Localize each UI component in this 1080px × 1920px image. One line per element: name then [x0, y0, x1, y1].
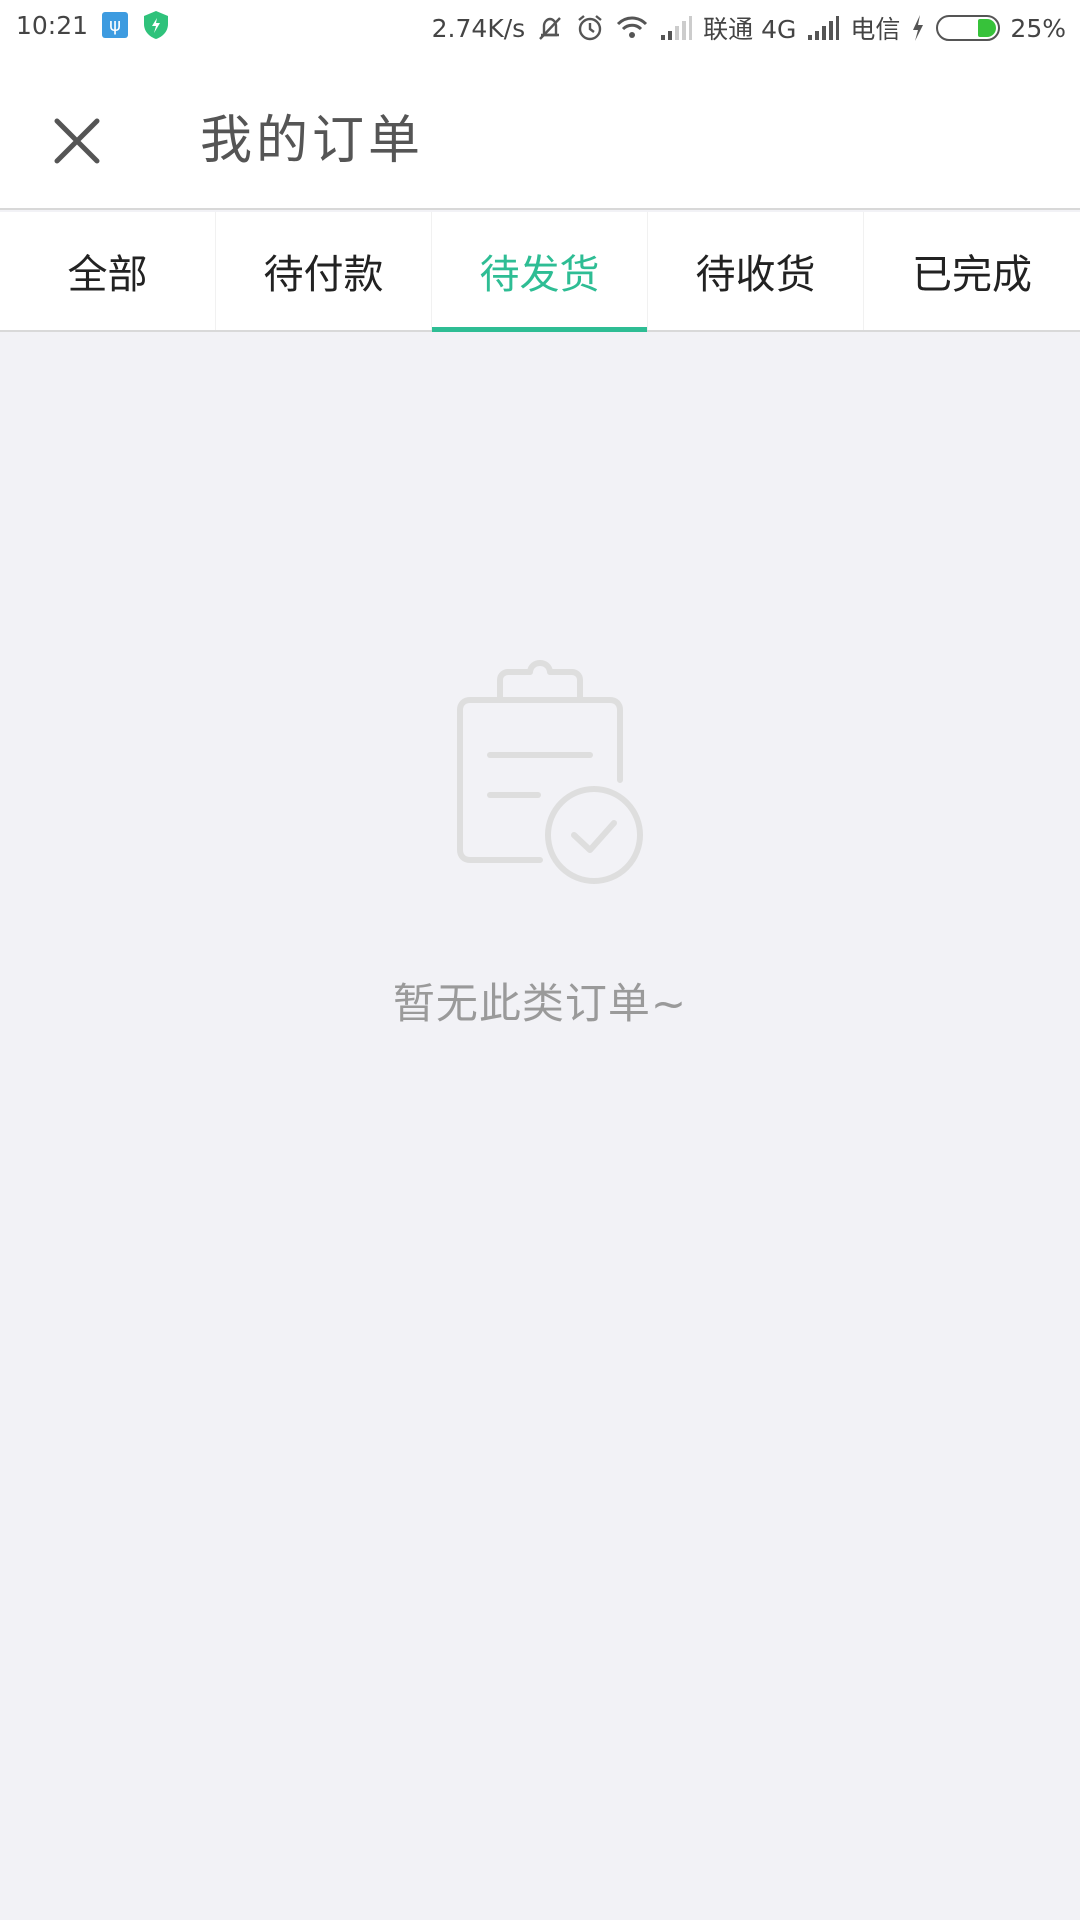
page-title: 我的订单	[200, 111, 425, 171]
tab-pending-shipment[interactable]: 待发货	[432, 212, 648, 332]
mute-icon	[539, 17, 562, 40]
tab-all[interactable]: 全部	[0, 212, 216, 330]
signal-weak-icon	[661, 16, 693, 40]
carrier-telecom: 电信	[850, 15, 901, 44]
network-speed: 2.74K/s	[431, 13, 526, 43]
battery-level: 25%	[1010, 13, 1066, 43]
tab-pending-receipt[interactable]: 待收货	[648, 212, 864, 330]
wifi-icon	[617, 16, 648, 38]
battery-icon	[936, 15, 1001, 41]
usb-icon: ψ	[102, 12, 129, 38]
close-icon	[54, 118, 100, 164]
alarm-icon	[578, 15, 602, 41]
clipboard-check-icon	[457, 660, 643, 884]
tab-completed[interactable]: 已完成	[864, 212, 1080, 330]
status-time: 10:21	[16, 10, 89, 40]
order-tabs: 全部 待付款 待发货 待收货 已完成	[0, 212, 1080, 332]
status-bar: 10:21 ψ 2.74K/s 联通 4G 电信 25%	[0, 0, 1080, 52]
signal-icon	[808, 16, 840, 40]
empty-message: 暂无此类订单~	[392, 979, 688, 1028]
empty-state: 暂无此类订单~	[0, 650, 1080, 1031]
close-button[interactable]	[40, 104, 114, 178]
status-right: 2.74K/s 联通 4G 电信 25%	[432, 10, 1066, 46]
tab-pending-payment[interactable]: 待付款	[216, 212, 432, 330]
carrier-unicom: 联通 4G	[703, 15, 797, 44]
shield-icon	[144, 11, 169, 39]
charging-icon	[913, 15, 924, 41]
status-left: 10:21 ψ	[16, 10, 170, 40]
header: 我的订单	[0, 52, 1080, 210]
